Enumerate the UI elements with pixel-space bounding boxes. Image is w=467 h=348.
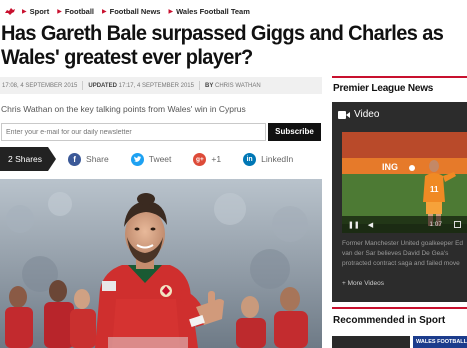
updated-time: 17:17, 4 SEPTEMBER 2015 <box>118 82 194 89</box>
facebook-share-button[interactable]: f Share <box>68 152 109 166</box>
volume-icon[interactable]: ◀ <box>368 221 373 229</box>
share-count: 2 Shares <box>0 147 57 171</box>
share-bar: 2 Shares f Share Tweet g+ +1 in LinkedIn <box>0 147 322 171</box>
wales-dragon-logo-icon[interactable] <box>4 6 16 16</box>
twitter-icon <box>130 152 144 166</box>
more-videos-link[interactable]: + More Videos <box>342 280 384 287</box>
article-standfirst: Chris Wathan on the key talking points f… <box>1 104 246 114</box>
published-time: 17:08, 4 SEPTEMBER 2015 <box>2 82 78 89</box>
facebook-icon: f <box>68 152 82 166</box>
by-label: BY <box>204 82 214 89</box>
article-meta: 17:08, 4 SEPTEMBER 2015 UPDATED 17:17, 4… <box>0 77 322 94</box>
breadcrumb-sport[interactable]: ▶ Sport <box>22 7 49 16</box>
recommended-thumbnail-wales[interactable]: WALES FOOTBALL TEAM <box>413 336 467 348</box>
linkedin-share-button[interactable]: in LinkedIn <box>243 152 293 166</box>
breadcrumb-football-news[interactable]: ▶ Football News <box>102 7 160 16</box>
hero-image-gareth-bale <box>0 179 322 348</box>
svg-text:11: 11 <box>430 185 439 194</box>
author-link[interactable]: CHRIS WATHAN <box>215 83 261 89</box>
linkedin-icon: in <box>243 152 257 166</box>
arrow-icon: ▶ <box>102 8 107 15</box>
recommended-thumbnail[interactable] <box>332 336 410 348</box>
google-plus-button[interactable]: g+ +1 <box>193 152 221 166</box>
fullscreen-icon[interactable] <box>454 221 461 228</box>
breadcrumb: ▶ Sport ▶ Football ▶ Football News ▶ Wales F… <box>0 0 467 22</box>
video-controls: ❚❚ ◀ 1:07 <box>342 216 467 233</box>
breadcrumb-wales-football-team[interactable]: ▶ Wales Football Team <box>168 7 249 16</box>
article-headline: Has Gareth Bale surpassed Giggs and Char… <box>1 21 444 69</box>
arrow-icon: ▶ <box>57 8 62 15</box>
video-camera-icon <box>338 110 350 119</box>
subscribe-button[interactable]: Subscribe <box>268 123 321 141</box>
breadcrumb-football[interactable]: ▶ Football <box>57 7 94 16</box>
updated-label: UPDATED <box>88 82 117 89</box>
video-caption[interactable]: Former Manchester United goalkeeper Ed v… <box>342 239 467 269</box>
newsletter-email-input[interactable] <box>1 123 266 141</box>
video-banner-text: ING <box>382 162 398 172</box>
meta-divider <box>198 81 200 90</box>
arrow-icon: ▶ <box>168 8 174 15</box>
video-widget: Video ING 11 ❚❚ ◀ 1:07 Former Manchester… <box>332 102 467 302</box>
recommended-in-sport-heading: Recommended in Sport <box>332 307 467 331</box>
google-plus-icon: g+ <box>193 152 207 166</box>
premier-league-news-heading[interactable]: Premier League News <box>332 76 467 98</box>
arrow-icon: ▶ <box>22 8 27 15</box>
pause-icon[interactable]: ❚❚ <box>348 221 360 229</box>
video-time: 1:07 <box>429 221 442 228</box>
meta-divider <box>82 81 84 90</box>
video-heading: Video <box>338 109 379 120</box>
twitter-share-button[interactable]: Tweet <box>130 152 171 166</box>
